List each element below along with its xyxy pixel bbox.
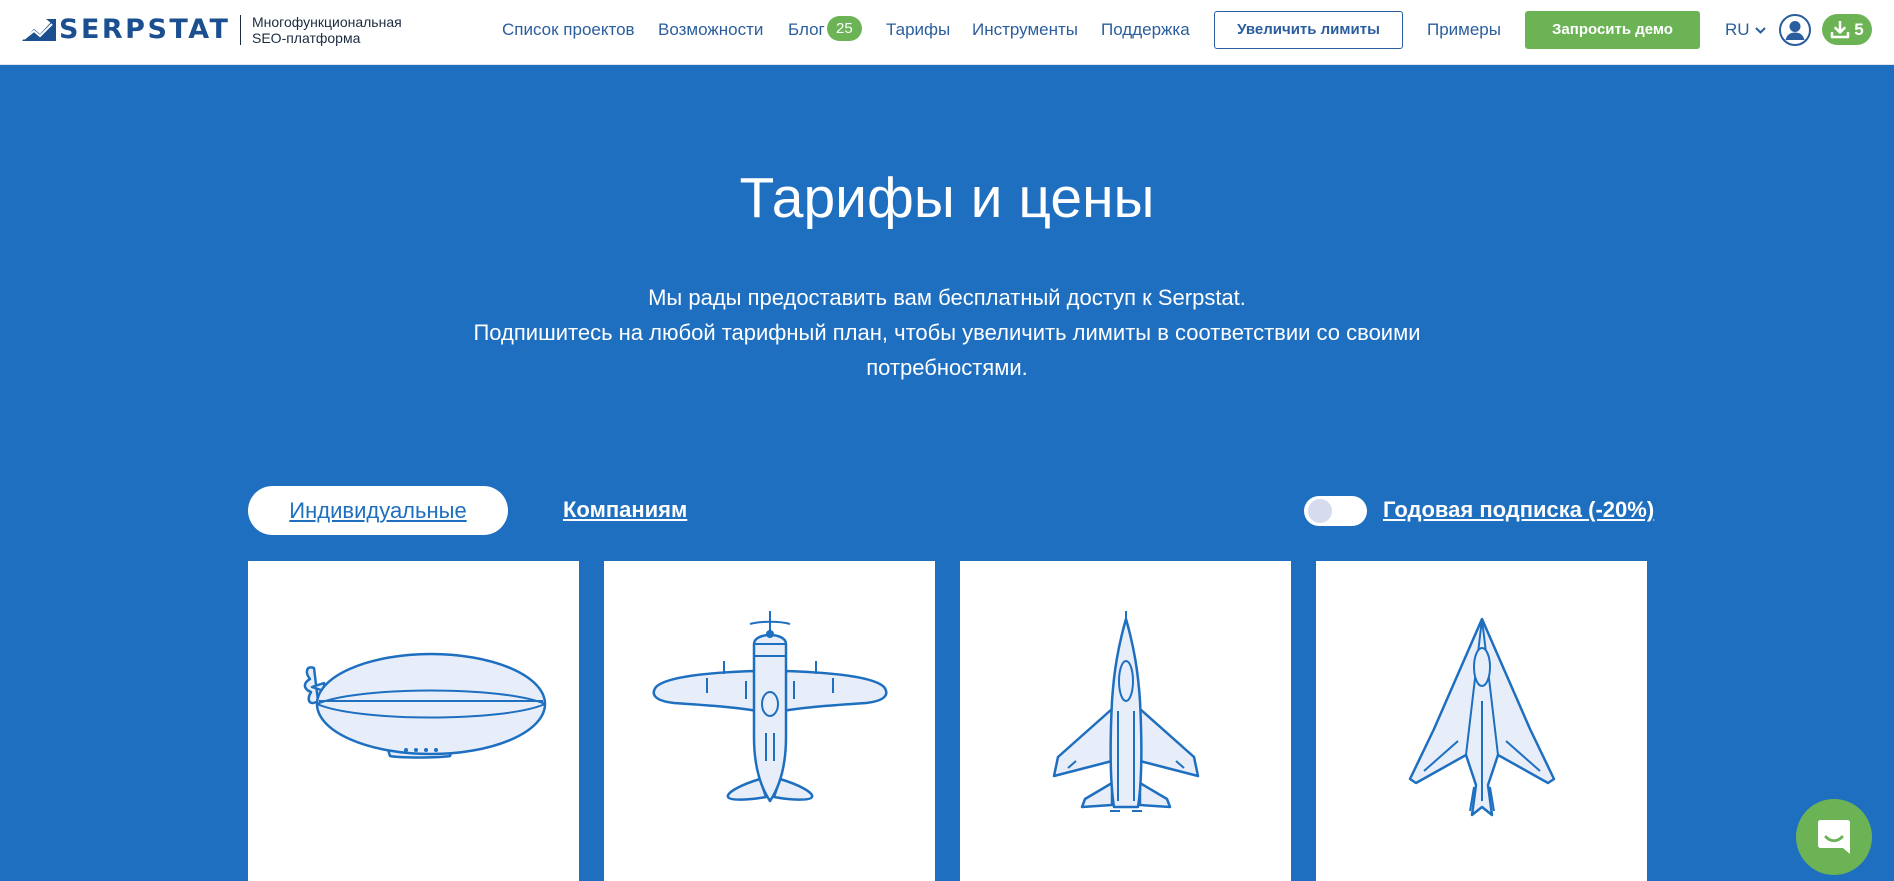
subtitle-line-3: потребностями. xyxy=(866,355,1028,380)
nav-tools-link[interactable]: Инструменты xyxy=(972,19,1078,41)
chat-widget-button[interactable] xyxy=(1796,799,1872,875)
download-icon xyxy=(1831,20,1850,38)
nav-pricing-link[interactable]: Тарифы xyxy=(886,19,950,41)
nav-projects-link[interactable]: Список проектов xyxy=(502,19,635,41)
logo-mark-icon xyxy=(22,19,56,41)
serpstat-logo[interactable]: SERPSTAT xyxy=(22,15,230,45)
plan-card-3[interactable] xyxy=(960,561,1291,881)
page-subtitle: Мы рады предоставить вам бесплатный дост… xyxy=(400,280,1494,385)
annual-subscription-label[interactable]: Годовая подписка (-20%) xyxy=(1383,496,1654,524)
blog-count-badge: 25 xyxy=(827,16,862,41)
nav-examples-link[interactable]: Примеры xyxy=(1427,19,1501,41)
airship-icon xyxy=(303,652,547,759)
nav-blog-link[interactable]: Блог xyxy=(788,19,825,41)
tagline-line-2: SEO-платформа xyxy=(252,30,361,46)
stealth-jet-icon xyxy=(1408,617,1556,817)
toggle-knob xyxy=(1308,499,1332,523)
user-avatar-icon[interactable] xyxy=(1779,14,1811,46)
page-title: Тарифы и цены xyxy=(739,166,1155,230)
logo-divider xyxy=(240,15,241,45)
chevron-down-icon xyxy=(1754,26,1766,34)
tab-companies[interactable]: Компаниям xyxy=(563,496,687,524)
downloads-count: 5 xyxy=(1854,19,1864,39)
subtitle-line-2: Подпишитесь на любой тарифный план, чтоб… xyxy=(473,320,1421,345)
plan-card-1[interactable] xyxy=(248,561,579,881)
site-header: SERPSTAT Многофункциональная SEO-платфор… xyxy=(0,0,1894,65)
fighter-jet-icon xyxy=(1052,611,1200,812)
logo-text: SERPSTAT xyxy=(59,14,231,45)
plan-card-4[interactable] xyxy=(1316,561,1647,881)
propeller-plane-icon xyxy=(652,611,888,803)
nav-features-link[interactable]: Возможности xyxy=(658,19,763,41)
chat-icon xyxy=(1818,820,1850,854)
nav-support-link[interactable]: Поддержка xyxy=(1101,19,1190,41)
plan-card-2[interactable] xyxy=(604,561,935,881)
tagline-line-1: Многофункциональная xyxy=(252,14,402,30)
language-selector[interactable]: RU xyxy=(1725,19,1766,41)
subtitle-line-1: Мы рады предоставить вам бесплатный дост… xyxy=(648,285,1246,310)
downloads-button[interactable]: 5 xyxy=(1822,14,1872,45)
tab-individual[interactable]: Индивидуальные xyxy=(248,486,508,535)
annual-subscription-toggle[interactable] xyxy=(1304,496,1367,526)
increase-limits-button[interactable]: Увеличить лимиты xyxy=(1214,11,1403,49)
language-label: RU xyxy=(1725,20,1750,39)
request-demo-button[interactable]: Запросить демо xyxy=(1525,11,1700,49)
logo-tagline: Многофункциональная SEO-платформа xyxy=(252,14,402,46)
